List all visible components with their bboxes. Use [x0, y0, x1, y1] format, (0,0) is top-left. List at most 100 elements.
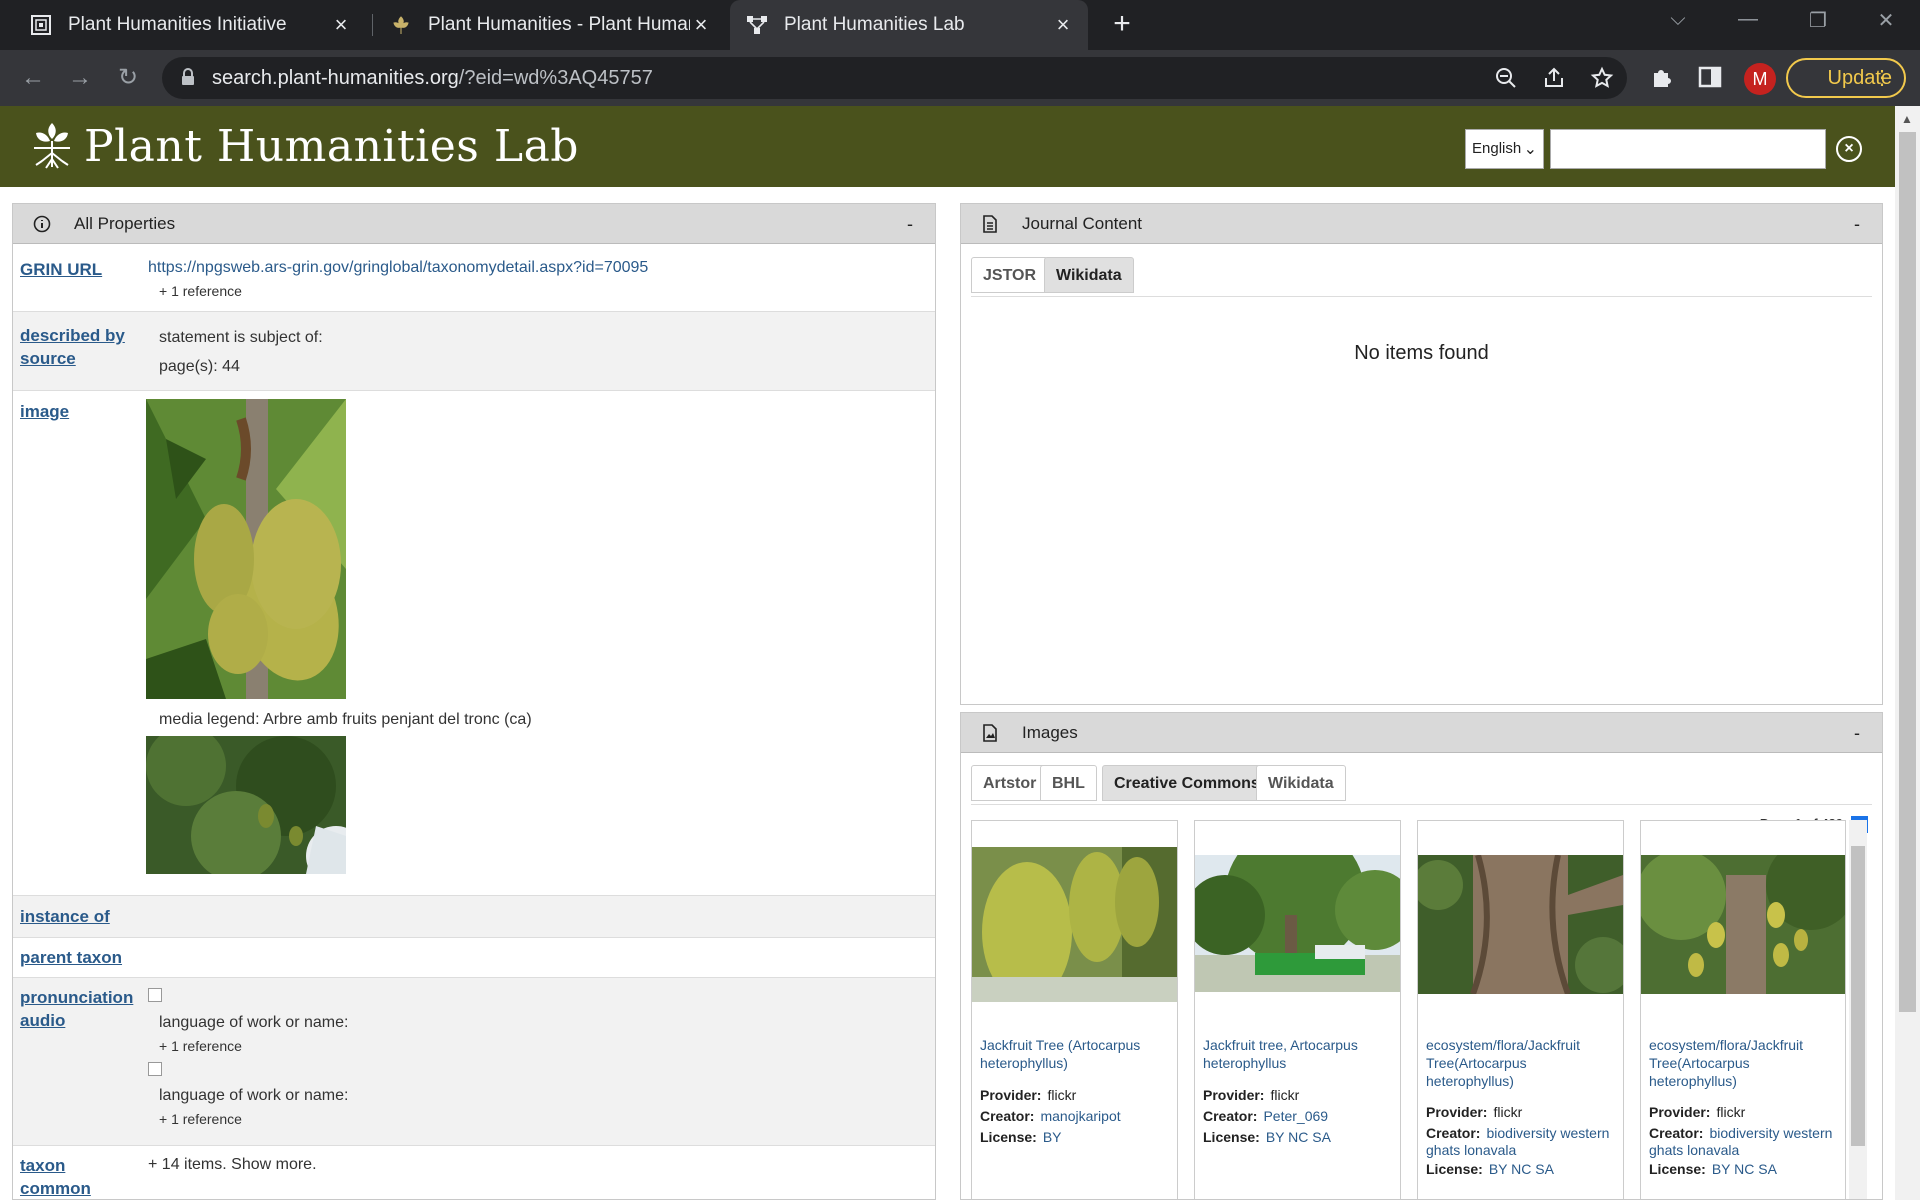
- address-bar[interactable]: search.plant-humanities.org/?eid=wd%3AQ4…: [162, 57, 1627, 99]
- image-meta: Provider: flickr Creator: Peter_069 Licens…: [1203, 1085, 1394, 1148]
- license-label: License:: [1203, 1129, 1260, 1145]
- reference-toggle[interactable]: + 1 reference: [159, 1111, 242, 1127]
- tab-search-chevron-icon[interactable]: ⌵: [1660, 8, 1696, 38]
- extensions-puzzle-icon[interactable]: [1649, 64, 1675, 90]
- tab-artstor[interactable]: Artstor: [971, 765, 1049, 801]
- license-link[interactable]: BY NC SA: [1712, 1161, 1777, 1177]
- property-label[interactable]: pronunciation audio: [20, 986, 135, 1032]
- provider-value: flickr: [1716, 1104, 1746, 1120]
- profile-avatar[interactable]: M: [1744, 63, 1776, 95]
- site-title[interactable]: Plant Humanities Lab: [84, 121, 579, 172]
- tab-jstor[interactable]: JSTOR: [971, 257, 1049, 293]
- broken-audio-icon[interactable]: [148, 988, 162, 1002]
- language-select[interactable]: English ⌄: [1465, 129, 1544, 169]
- creator-label: Creator:: [1649, 1125, 1704, 1141]
- bookmark-star-icon[interactable]: [1590, 66, 1614, 90]
- page-scrollbar[interactable]: ▲: [1895, 106, 1920, 1200]
- property-label[interactable]: parent taxon: [20, 946, 122, 969]
- tab-bhl[interactable]: BHL: [1040, 765, 1097, 801]
- show-more-link[interactable]: + 14 items. Show more.: [148, 1156, 317, 1174]
- license-label: License:: [1649, 1161, 1706, 1177]
- license-link[interactable]: BY NC SA: [1266, 1129, 1331, 1145]
- image-title-link[interactable]: ecosystem/flora/Jackfruit Tree(Artocarpu…: [1426, 1036, 1615, 1090]
- image-card[interactable]: ecosystem/flora/Jackfruit Tree(Artocarpu…: [1417, 820, 1624, 1199]
- property-row-grin: GRIN URL https://npgsweb.ars-grin.gov/gr…: [13, 246, 935, 312]
- tab-wikidata[interactable]: Wikidata: [1256, 765, 1346, 801]
- scroll-up-icon[interactable]: ▲: [1901, 112, 1913, 126]
- license-label: License:: [980, 1129, 1037, 1145]
- image-title-link[interactable]: Jackfruit tree, Artocarpus heterophyllus: [1203, 1036, 1392, 1072]
- image-card[interactable]: Jackfruit tree, Artocarpus heterophyllus…: [1194, 820, 1401, 1199]
- minimize-icon[interactable]: —: [1730, 8, 1766, 38]
- side-panel-icon[interactable]: [1697, 64, 1723, 90]
- share-icon[interactable]: [1542, 66, 1566, 90]
- image-meta: Provider: flickr Creator: biodiversity wes…: [1649, 1102, 1839, 1180]
- dumbarton-oaks-icon: [30, 14, 52, 36]
- journal-tabs: JSTOR Wikidata: [971, 257, 1872, 297]
- reload-icon[interactable]: ↻: [114, 64, 142, 92]
- grin-url-link[interactable]: https://npgsweb.ars-grin.gov/gringlobal/…: [148, 259, 648, 276]
- reference-toggle[interactable]: + 1 reference: [159, 1038, 242, 1054]
- new-tab-plus-icon[interactable]: +: [1108, 9, 1136, 39]
- provider-value: flickr: [1270, 1087, 1300, 1103]
- image-thumbnail[interactable]: [1418, 855, 1623, 994]
- property-label[interactable]: instance of: [20, 905, 110, 928]
- restore-icon[interactable]: ❐: [1800, 8, 1836, 38]
- zoom-out-icon[interactable]: [1494, 66, 1518, 90]
- image-title-link[interactable]: ecosystem/flora/Jackfruit Tree(Artocarpu…: [1649, 1036, 1837, 1090]
- back-arrow-icon[interactable]: ←: [19, 64, 47, 92]
- window-close-icon[interactable]: ✕: [1868, 8, 1904, 38]
- plant-humanities-icon: [390, 14, 412, 36]
- license-link[interactable]: BY: [1043, 1129, 1062, 1145]
- update-button[interactable]: Update ⋮: [1786, 58, 1906, 98]
- creator-label: Creator:: [1203, 1108, 1258, 1124]
- image-thumbnail[interactable]: [972, 847, 1177, 1002]
- collapse-button[interactable]: -: [1854, 204, 1860, 244]
- property-label[interactable]: GRIN URL: [20, 258, 102, 281]
- creator-link[interactable]: Peter_069: [1263, 1108, 1328, 1124]
- qualifier-text: page(s): 44: [159, 358, 240, 375]
- forward-arrow-icon[interactable]: →: [66, 64, 94, 92]
- empty-message: No items found: [1354, 342, 1489, 364]
- broken-audio-icon[interactable]: [148, 1062, 162, 1076]
- more-vert-icon[interactable]: ⋮: [1872, 60, 1892, 96]
- provider-label: Provider:: [1203, 1087, 1265, 1103]
- journal-content-panel: Journal Content - JSTOR Wikidata No item…: [960, 203, 1883, 705]
- close-icon[interactable]: ×: [1052, 14, 1074, 36]
- scrollbar-thumb[interactable]: [1851, 846, 1865, 1146]
- property-row-taxon-common: taxon common + 14 items. Show more.: [13, 1146, 935, 1201]
- browser-tab-title: Plant Humanities Initiative: [68, 14, 287, 35]
- browser-tab-1[interactable]: Plant Humanities Initiative ×: [14, 0, 366, 50]
- image-title-link[interactable]: Jackfruit Tree (Artocarpus heterophyllus…: [980, 1036, 1169, 1072]
- image-card[interactable]: ecosystem/flora/Jackfruit Tree(Artocarpu…: [1640, 820, 1846, 1199]
- collapse-button[interactable]: -: [907, 204, 913, 244]
- image-thumbnail[interactable]: [1641, 855, 1845, 994]
- property-row-pronunciation-audio: pronunciation audio language of work or …: [13, 978, 935, 1146]
- image-strip-scrollbar[interactable]: [1849, 820, 1867, 1199]
- url-path: /?eid=wd%3AQ45757: [458, 67, 653, 89]
- site-search-input[interactable]: [1550, 129, 1826, 169]
- property-label[interactable]: described by source: [20, 324, 130, 370]
- collapse-button[interactable]: -: [1854, 713, 1860, 753]
- close-icon[interactable]: ×: [690, 14, 712, 36]
- browser-tab-3[interactable]: Plant Humanities Lab ×: [730, 0, 1088, 50]
- jackfruit-tree-photo[interactable]: [146, 736, 346, 874]
- image-thumbnail[interactable]: [1195, 855, 1400, 992]
- scrollbar-thumb[interactable]: [1899, 132, 1916, 1012]
- image-card[interactable]: Jackfruit Tree (Artocarpus heterophyllus…: [971, 820, 1178, 1199]
- jackfruit-photo[interactable]: [146, 399, 346, 699]
- clear-search-icon[interactable]: ×: [1836, 136, 1862, 162]
- creator-link[interactable]: manojkaripot: [1040, 1108, 1120, 1124]
- property-row-parent-taxon: parent taxon: [13, 938, 935, 978]
- close-icon[interactable]: ×: [330, 14, 352, 36]
- license-link[interactable]: BY NC SA: [1489, 1161, 1554, 1177]
- license-label: License:: [1426, 1161, 1483, 1177]
- browser-tab-title: Plant Humanities Lab: [784, 14, 965, 35]
- tab-creative-commons[interactable]: Creative Commons: [1102, 765, 1272, 801]
- property-label[interactable]: image: [20, 400, 69, 423]
- reference-toggle[interactable]: + 1 reference: [159, 283, 242, 299]
- browser-tab-2[interactable]: Plant Humanities - Plant Humani ×: [374, 0, 726, 50]
- provider-label: Provider:: [980, 1087, 1042, 1103]
- property-label[interactable]: taxon common: [20, 1154, 110, 1200]
- tab-wikidata[interactable]: Wikidata: [1044, 257, 1134, 293]
